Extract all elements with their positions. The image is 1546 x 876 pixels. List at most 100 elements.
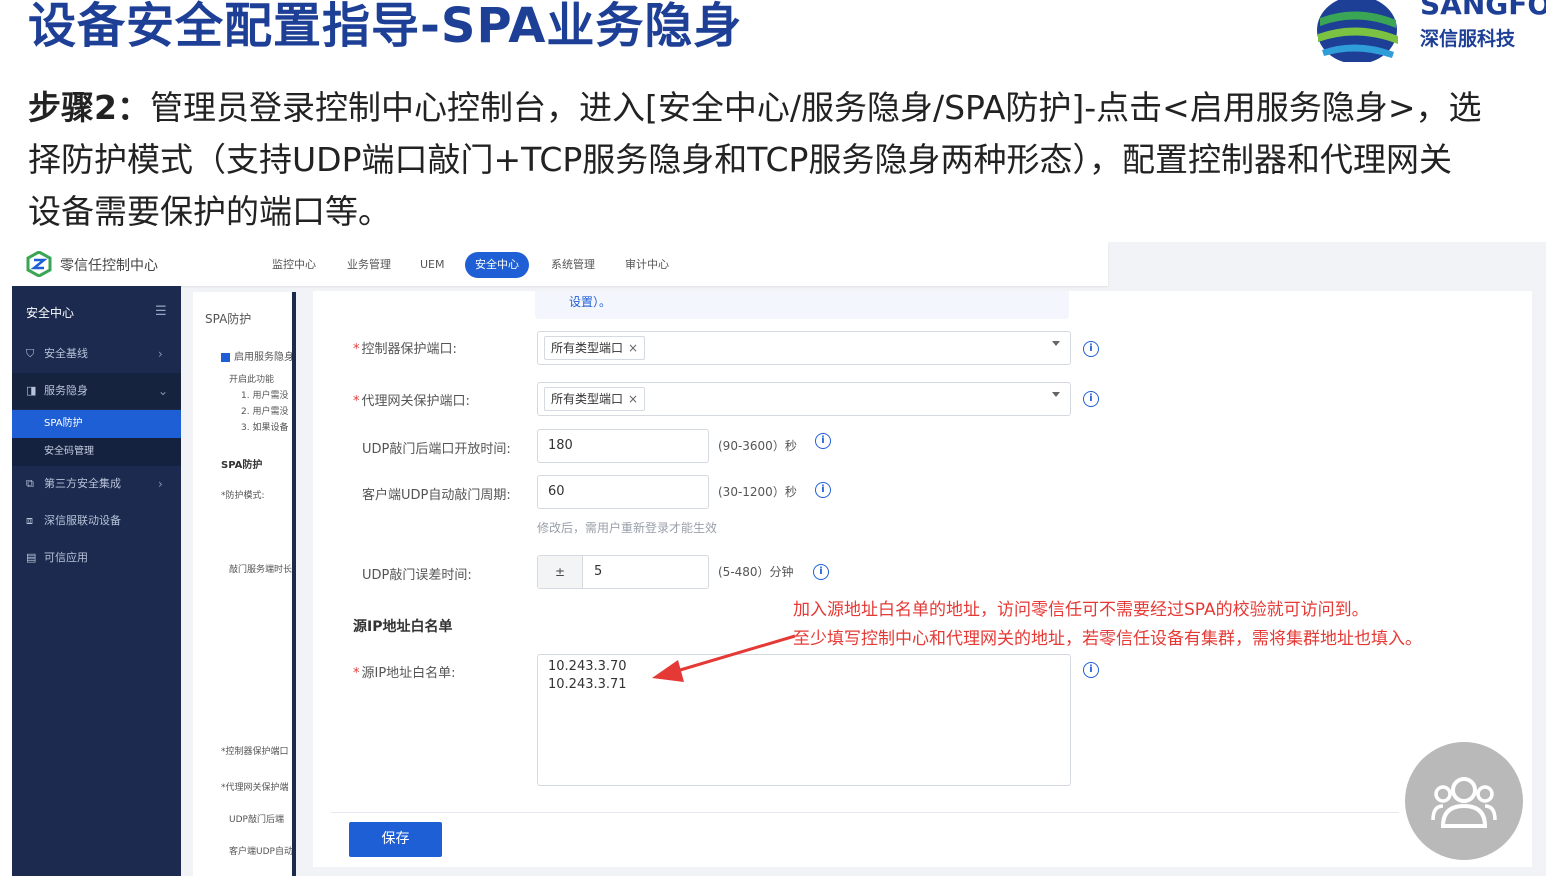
sidebar-item-label: 深信服联动设备: [44, 514, 121, 527]
sidebar-subitem-label: 安全码管理: [44, 446, 94, 457]
enable-checkbox[interactable]: 启用服务隐身: [221, 348, 294, 363]
enable-label: 启用服务隐身: [234, 352, 294, 363]
notice-line: 3. 如果设备: [241, 423, 289, 433]
whitelist-entry: 10.243.3.71: [548, 677, 627, 692]
step-label: 步骤2：: [28, 88, 150, 127]
sidebar-item-trusted-apps[interactable]: ▤ 可信应用: [12, 540, 181, 576]
checkbox-checked-icon: [221, 352, 230, 362]
mode-label: *防护模式:: [221, 491, 265, 501]
slide-title: 设备安全配置指导-SPA业务隐身: [28, 0, 743, 54]
client-label: 客户端UDP自动: [229, 847, 293, 857]
app-logo-icon: [26, 251, 52, 277]
notice-text: 设置）。: [569, 295, 612, 309]
notice-line: 2. 用户需没: [241, 407, 289, 417]
input-value: 5: [594, 564, 603, 579]
udp-open-time-input[interactable]: 180: [537, 429, 709, 463]
save-button[interactable]: 保存: [349, 822, 442, 857]
sidebar-header: 安全中心: [26, 306, 75, 320]
info-icon[interactable]: i: [815, 433, 831, 449]
sidebar-item-baseline[interactable]: ⛉ 安全基线 ›: [12, 336, 181, 372]
notice-line: 开启此功能: [229, 375, 275, 385]
whitelist-label: * 源IP地址白名单:: [353, 666, 456, 681]
close-icon[interactable]: ×: [628, 341, 638, 355]
port1-label: *控制器保护端口: [221, 747, 289, 757]
nav-security-center[interactable]: 安全中心: [465, 252, 529, 278]
sidebar-item-label: 服务隐身: [44, 384, 88, 397]
step-line-3: 设备需要保护的端口等。: [28, 192, 391, 231]
logo-cn-text: 深信服科技: [1420, 28, 1516, 50]
udp-open-time-label: UDP敲门后端口开放时间:: [362, 442, 511, 457]
nav-audit[interactable]: 审计中心: [615, 252, 679, 278]
panel-divider: [292, 292, 296, 876]
info-icon[interactable]: i: [815, 482, 831, 498]
step-description: 步骤2：管理员登录控制中心控制台，进入[安全中心/服务隐身/SPA防护]-点击<…: [28, 82, 1546, 238]
sidebar-item-label: 安全基线: [44, 347, 88, 360]
client-period-input[interactable]: 60: [537, 475, 709, 509]
hide-icon: ◨: [26, 384, 37, 397]
sidebar-subitem-label: SPA防护: [44, 418, 83, 429]
close-icon[interactable]: ×: [628, 392, 638, 406]
nav-business[interactable]: 业务管理: [337, 252, 401, 278]
port-tag: 所有类型端口 ×: [544, 336, 646, 360]
sidebar-subitem-spa[interactable]: SPA防护: [12, 410, 181, 438]
sidebar-item-service-hide[interactable]: ◨ 服务隐身 ⌄: [12, 373, 181, 409]
annotation-line-2: 至少填写控制中心和代理网关的地址，若零信任设备有集群，需将集群地址也填入。: [793, 629, 1422, 649]
sidebar-item-third-party[interactable]: ⧉ 第三方安全集成 ›: [12, 466, 181, 502]
udp-label: UDP敲门后端: [229, 815, 284, 825]
whitelist-textarea[interactable]: 10.243.3.70 10.243.3.71: [537, 654, 1071, 786]
nav-system[interactable]: 系统管理: [541, 252, 605, 278]
chevron-down-icon: ⌄: [158, 384, 169, 398]
udp-error-time-stepper[interactable]: ± 5: [537, 555, 709, 589]
chevron-right-icon: ›: [158, 477, 163, 491]
annotation-arrow-icon: [652, 634, 796, 682]
top-navbar: 零信任控制中心 监控中心 业务管理 UEM 安全中心 系统管理 审计中心: [12, 242, 1108, 286]
udp-error-time-label: UDP敲门误差时间:: [362, 568, 472, 583]
logo-brand-text: SANGFO: [1420, 0, 1546, 21]
spa-config-form: 设置）。 * 控制器保护端口: 所有类型端口 × i * 代理网关保护端口: 所有类型…: [313, 291, 1532, 867]
port-tag: 所有类型端口 ×: [544, 387, 646, 411]
sidebar-item-label: 第三方安全集成: [44, 477, 121, 490]
nav-monitor[interactable]: 监控中心: [262, 252, 326, 278]
app-icon: ▤: [26, 551, 37, 564]
background-panel: SPA防护 启用服务隐身 开启此功能 1. 用户需没 2. 用户需没 3. 如果…: [193, 292, 296, 876]
panel-title: SPA防护: [205, 312, 252, 326]
info-icon[interactable]: i: [1083, 662, 1099, 678]
group-chat-icon: [1431, 777, 1497, 828]
app-name: 零信任控制中心: [60, 258, 158, 274]
notice-box: 设置）。: [535, 291, 1069, 319]
stepper-button[interactable]: ±: [538, 556, 583, 588]
controller-port-label: * 控制器保护端口:: [353, 342, 457, 357]
sidebar-subitem-security-code[interactable]: 安全码管理: [12, 438, 181, 466]
knock-label: 敲门服务端时长: [229, 565, 293, 575]
client-period-hint: 修改后，需用户重新登录才能生效: [537, 521, 718, 535]
sidebar-item-label: 可信应用: [44, 551, 88, 564]
info-icon[interactable]: i: [813, 564, 829, 580]
annotation-line-1: 加入源地址白名单的地址，访问零信任可不需要经过SPA的校验就可访问到。: [793, 600, 1369, 620]
chat-float-button[interactable]: [1405, 742, 1523, 860]
controller-port-select[interactable]: 所有类型端口 ×: [537, 331, 1071, 365]
whitelist-section-title: 源IP地址白名单: [353, 619, 453, 635]
sidebar: 安全中心 ☰ ⛉ 安全基线 › ◨ 服务隐身 ⌄ SPA防护 安全码管理 ⧉ 第…: [12, 286, 181, 876]
plug-icon: ⧉: [26, 477, 34, 490]
shield-icon: ⛉: [26, 347, 35, 360]
input-value: 180: [548, 438, 573, 453]
panel-section: SPA防护: [221, 460, 263, 471]
client-period-unit: (30-1200）秒: [718, 485, 797, 499]
notice-line: 1. 用户需没: [241, 391, 289, 401]
client-period-label: 客户端UDP自动敲门周期:: [362, 488, 511, 503]
link-icon: ⧈: [26, 514, 33, 527]
console-screenshot: 零信任控制中心 监控中心 业务管理 UEM 安全中心 系统管理 审计中心 安全中…: [12, 242, 1546, 876]
info-icon[interactable]: i: [1083, 391, 1099, 407]
input-value: 60: [548, 484, 565, 499]
info-icon[interactable]: i: [1083, 341, 1099, 357]
step-line-1: 管理员登录控制中心控制台，进入[安全中心/服务隐身/SPA防护]-点击<启用服务…: [149, 88, 1482, 127]
menu-collapse-icon[interactable]: ☰: [155, 304, 167, 319]
step-line-2: 择防护模式（支持UDP端口敲门+TCP服务隐身和TCP服务隐身两种形态），配置控…: [28, 140, 1452, 179]
chevron-down-icon: [1052, 392, 1060, 397]
sidebar-item-linked-devices[interactable]: ⧈ 深信服联动设备: [12, 503, 181, 539]
chevron-right-icon: ›: [158, 347, 163, 361]
whitelist-entry: 10.243.3.70: [548, 659, 627, 674]
udp-error-time-unit: (5-480）分钟: [718, 565, 794, 579]
gateway-port-select[interactable]: 所有类型端口 ×: [537, 382, 1071, 416]
nav-uem[interactable]: UEM: [410, 252, 455, 278]
